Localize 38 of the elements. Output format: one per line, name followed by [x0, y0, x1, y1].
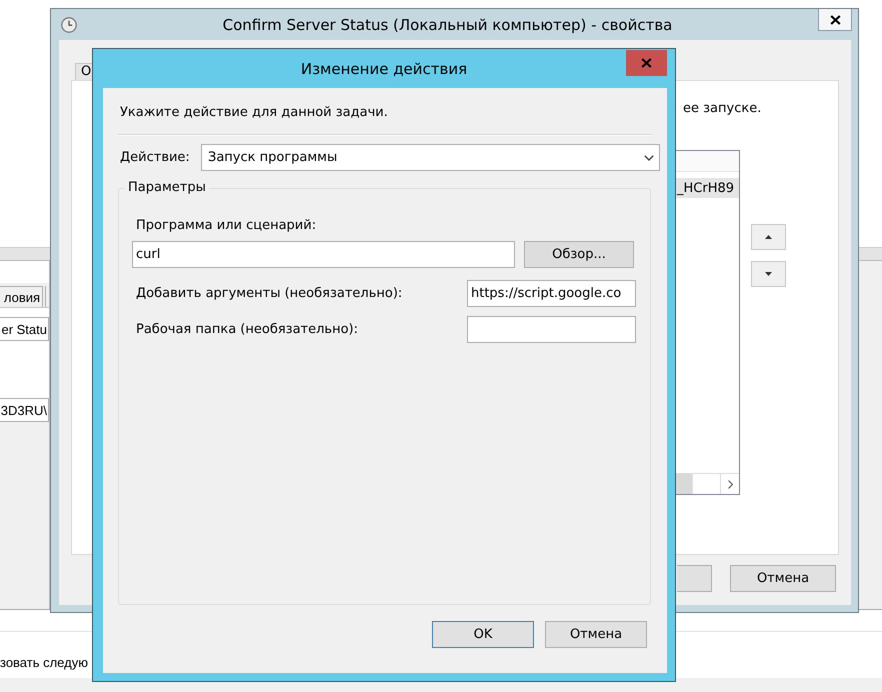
action-label: Действие:: [120, 150, 191, 165]
description-text: ее запуске.: [682, 101, 762, 117]
arguments-field[interactable]: https://script.google.co: [467, 280, 636, 307]
footer-text: зовать следую: [0, 654, 89, 672]
arguments-label: Добавить аргументы (необязательно):: [135, 286, 402, 301]
clock-icon: [61, 16, 77, 32]
actions-list[interactable]: _HCrH89: [676, 150, 740, 495]
chevron-right-icon: [728, 480, 732, 488]
tab[interactable]: ловия: [0, 286, 44, 307]
up-triangle-icon: [765, 235, 772, 239]
move-down-button[interactable]: [751, 261, 786, 287]
start-in-field[interactable]: [467, 316, 636, 343]
text-field[interactable]: er Statu: [0, 317, 49, 341]
dialog-title: Изменение действия: [300, 60, 468, 78]
move-up-button[interactable]: [751, 224, 786, 250]
horizontal-scrollbar[interactable]: [676, 473, 739, 494]
down-triangle-icon: [765, 272, 772, 276]
instruction-text: Укажите действие для данной задачи.: [120, 105, 388, 121]
dialog-button[interactable]: [677, 565, 712, 592]
window-title: Confirm Server Status (Локальный компьютер) - свойства: [222, 16, 674, 34]
tab[interactable]: О: [75, 63, 92, 80]
chevron-down-icon: [644, 154, 654, 160]
program-label: Программа или сценарий:: [135, 218, 316, 234]
browse-button[interactable]: Обзор...: [524, 241, 634, 268]
scrollbar-thumb[interactable]: [676, 474, 692, 494]
ok-button[interactable]: OK: [432, 621, 534, 648]
cancel-button[interactable]: Отмена: [545, 621, 647, 648]
program-field[interactable]: curl: [132, 241, 515, 268]
list-header: [676, 151, 739, 172]
cancel-button[interactable]: Отмена: [730, 565, 836, 592]
text-field[interactable]: 3D3RU\: [0, 398, 49, 422]
group-title: Параметры: [127, 180, 207, 196]
close-icon: [641, 58, 652, 68]
action-dropdown[interactable]: Запуск программы: [201, 144, 660, 171]
start-in-label: Рабочая папка (необязательно):: [135, 322, 358, 337]
list-row[interactable]: _HCrH89: [676, 178, 739, 198]
close-icon: [830, 14, 840, 24]
close-button[interactable]: [818, 9, 852, 31]
